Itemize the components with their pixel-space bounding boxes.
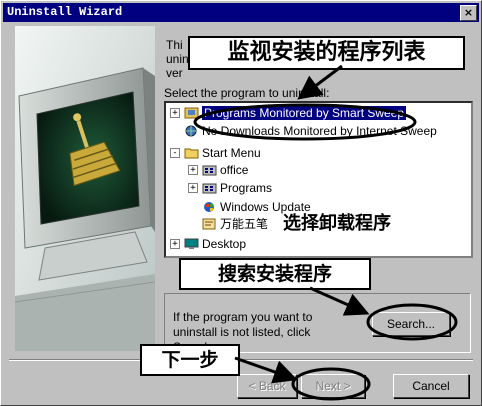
search-button[interactable]: Search... xyxy=(372,312,450,336)
app-shortcut-icon xyxy=(202,218,216,230)
computer-illustration-icon xyxy=(15,26,155,351)
tree-item-label: Programs xyxy=(220,181,273,195)
not-listed-line-1: If the program you want to xyxy=(173,310,313,324)
next-button[interactable]: Next > xyxy=(301,374,365,398)
tree-item-label: Start Menu xyxy=(202,146,261,160)
monitor-folder-icon xyxy=(184,107,199,119)
collapse-icon[interactable]: - xyxy=(170,148,180,158)
close-button[interactable]: × xyxy=(460,5,477,21)
tree-item-wanneng-wubi[interactable]: 万能五笔 xyxy=(202,216,268,232)
folder-icon xyxy=(184,148,199,159)
tree-item-label: Desktop xyxy=(202,237,247,251)
back-button[interactable]: < Back xyxy=(237,374,297,398)
tree-item-label: Programs Monitored by Smart Sweep xyxy=(202,106,407,120)
expand-icon[interactable]: + xyxy=(170,108,180,118)
expand-icon[interactable]: + xyxy=(188,165,198,175)
globe-icon xyxy=(185,125,197,137)
windows-update-icon xyxy=(204,202,214,212)
close-icon: × xyxy=(463,6,474,19)
program-group-icon xyxy=(202,165,217,176)
expand-icon[interactable]: + xyxy=(170,239,180,249)
annotation-monitored-list: 监视安装的程序列表 xyxy=(188,36,465,70)
window-title: Uninstall Wizard xyxy=(7,5,123,19)
annotation-search-install: 搜索安装程序 xyxy=(179,258,371,290)
expand-icon[interactable]: + xyxy=(188,183,198,193)
wizard-illustration xyxy=(15,26,155,351)
not-listed-text: If the program you want to uninstall is … xyxy=(173,310,343,348)
program-group-icon xyxy=(202,183,217,194)
tree-item-internet-sweep[interactable]: No Downloads Monitored by Internet Sweep xyxy=(184,123,437,139)
select-program-label: Select the program to uninstall: xyxy=(164,86,330,100)
button-separator xyxy=(9,359,473,361)
desktop-icon xyxy=(184,238,199,249)
tree-item-label: office xyxy=(220,163,249,177)
annotation-select-uninstall: 选择卸载程序 xyxy=(283,211,451,237)
annotation-next-step: 下一步 xyxy=(140,344,240,376)
tree-item-label: 万能五笔 xyxy=(220,217,269,231)
cancel-button[interactable]: Cancel xyxy=(393,374,469,398)
not-listed-line-2: uninstall is not listed, click xyxy=(173,325,311,339)
tree-item-label: No Downloads Monitored by Internet Sweep xyxy=(202,124,437,138)
title-bar[interactable]: Uninstall Wizard × xyxy=(3,3,479,22)
